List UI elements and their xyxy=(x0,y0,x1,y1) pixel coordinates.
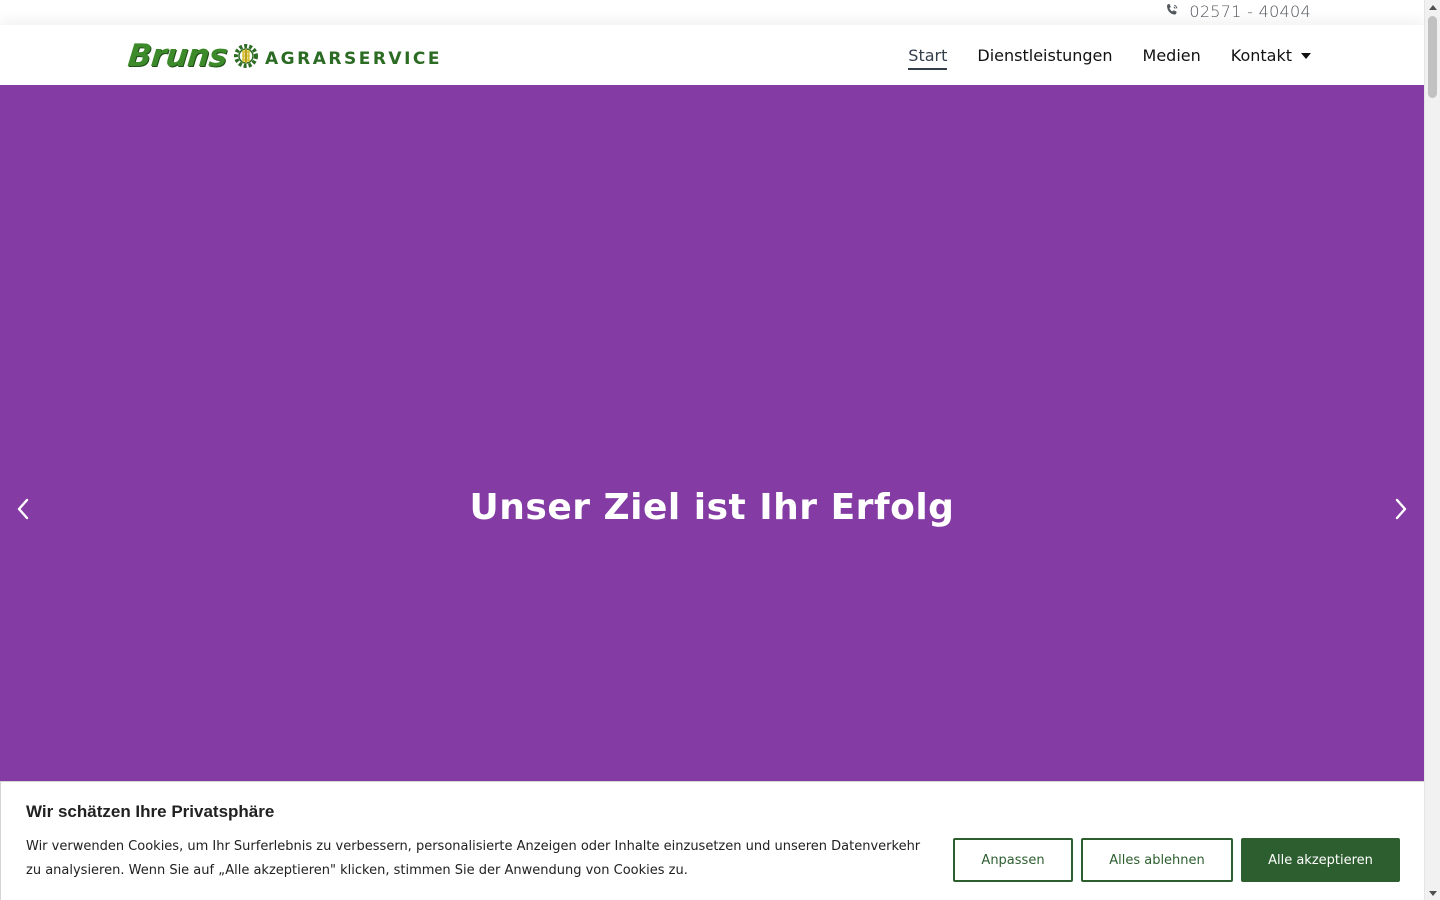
nav-item-label: Kontakt xyxy=(1230,45,1292,65)
nav-item-medien[interactable]: Medien xyxy=(1143,46,1201,65)
phone-icon xyxy=(1165,2,1179,21)
chevron-right-icon[interactable] xyxy=(1390,496,1412,522)
hero-title: Unser Ziel ist Ihr Erfolg xyxy=(469,487,955,528)
site-logo[interactable]: Bruns AGRARSERVICE xyxy=(126,36,442,76)
scrollbar-thumb[interactable] xyxy=(1428,16,1437,98)
nav-item-kontakt[interactable]: Kontakt xyxy=(1231,46,1311,65)
triangle-down-icon xyxy=(1429,890,1437,896)
accept-all-button[interactable]: Alle akzeptieren xyxy=(1241,838,1400,882)
nav-item-dienstleistungen[interactable]: Dienstleistungen xyxy=(977,46,1112,65)
cookie-actions: Anpassen Alles ablehnen Alle akzeptieren xyxy=(953,838,1400,882)
page-scrollbar[interactable] xyxy=(1424,0,1440,900)
hero-slider: Unser Ziel ist Ihr Erfolg xyxy=(0,85,1424,900)
customize-button[interactable]: Anpassen xyxy=(953,838,1073,882)
scroll-up-button[interactable] xyxy=(1425,0,1440,14)
logo-tagline: AGRARSERVICE xyxy=(265,49,442,69)
reject-all-button[interactable]: Alles ablehnen xyxy=(1081,838,1233,882)
phone-number: 02571 - 40404 xyxy=(1189,2,1311,21)
site-header: Bruns AGRARSERVICE Start Dienstleistunge… xyxy=(0,25,1424,85)
nav-item-label: Dienstleistungen xyxy=(977,45,1113,65)
browser-viewport: 02571 - 40404 Bruns AGRARSERVICE Start D… xyxy=(0,0,1440,900)
nav-item-label: Start xyxy=(908,45,948,65)
cookie-banner-title: Wir schätzen Ihre Privatsphäre xyxy=(26,802,275,821)
triangle-up-icon xyxy=(1429,4,1437,10)
logo-brand-text: Bruns xyxy=(126,38,229,74)
top-contact-bar: 02571 - 40404 xyxy=(0,0,1424,25)
cookie-consent-banner: Wir schätzen Ihre Privatsphäre Wir verwe… xyxy=(0,781,1424,900)
main-nav: Start Dienstleistungen Medien Kontakt xyxy=(908,25,1311,85)
caret-down-icon xyxy=(1301,53,1311,59)
gear-wheat-icon xyxy=(234,44,259,68)
scroll-down-button[interactable] xyxy=(1425,886,1440,900)
phone-link[interactable]: 02571 - 40404 xyxy=(1165,2,1311,21)
cookie-banner-text: Wir verwenden Cookies, um Ihr Surferlebn… xyxy=(26,839,921,878)
nav-item-label: Medien xyxy=(1142,45,1201,65)
nav-item-start[interactable]: Start xyxy=(908,45,948,70)
